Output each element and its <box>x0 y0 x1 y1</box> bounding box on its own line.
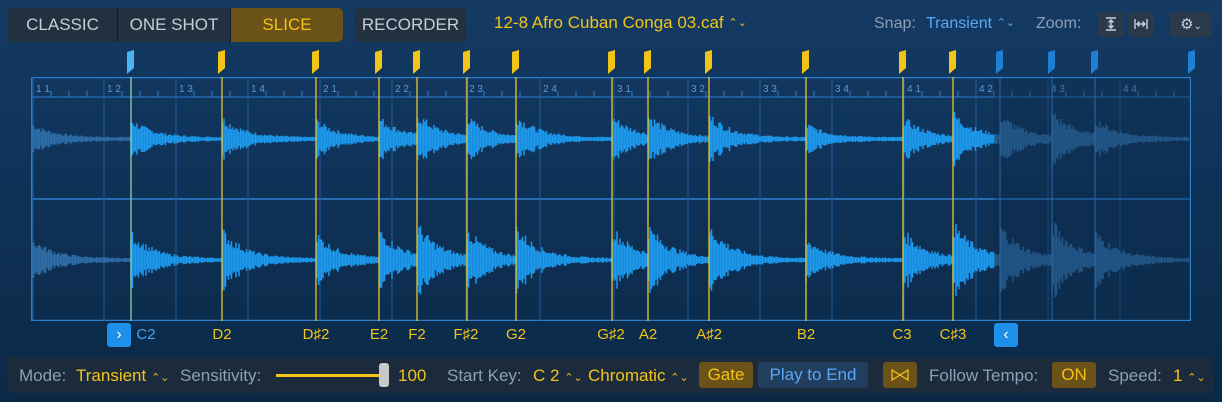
chevron-updown-icon: ⌃⌄ <box>150 372 170 384</box>
reverse-button[interactable] <box>883 362 917 388</box>
bowtie-icon <box>891 368 909 382</box>
slice-note-label: C2 <box>136 326 156 343</box>
sampler-slice-editor: CLASSIC ONE SHOT SLICE RECORDER 12-8 Afr… <box>0 0 1222 402</box>
snap-value: Transient <box>926 15 993 32</box>
sensitivity-value: 100 <box>398 366 427 385</box>
ruler-label: 1 4 <box>251 84 265 95</box>
speed-value: 1 <box>1173 366 1183 385</box>
slice-marker-flag[interactable] <box>512 50 519 74</box>
scale-dropdown[interactable]: Chromatic ⌃⌄ <box>588 366 689 386</box>
follow-tempo-label: Follow Tempo: <box>929 366 1039 385</box>
chevron-updown-icon: ⌃⌄ <box>670 372 689 384</box>
slice-note-label: G♯2 <box>597 326 625 343</box>
inactive-marker-flag[interactable] <box>1091 50 1098 74</box>
mode-slice-button[interactable]: SLICE <box>231 8 343 42</box>
slice-note-label: D2 <box>212 326 232 343</box>
inactive-marker-flag[interactable] <box>996 50 1003 74</box>
zoom-horizontal-button[interactable] <box>1128 12 1154 37</box>
start-key-dropdown[interactable]: C 2 ⌃⌄ <box>533 366 583 386</box>
slice-marker-flag[interactable] <box>218 50 225 74</box>
chevron-updown-icon: ⌃⌄ <box>564 372 583 384</box>
scale-value: Chromatic <box>588 366 666 385</box>
speed-label: Speed: <box>1108 366 1162 385</box>
slice-note-label: A♯2 <box>696 326 722 343</box>
file-name: 12-8 Afro Cuban Conga 03.caf <box>494 13 724 32</box>
ruler-label: 1 3 <box>179 84 193 95</box>
slice-marker-flag[interactable] <box>608 50 615 74</box>
mode-one-shot-button[interactable]: ONE SHOT <box>118 8 231 42</box>
gate-button[interactable]: Gate <box>699 362 753 388</box>
sensitivity-slider-track[interactable] <box>276 374 384 377</box>
ruler-label: 3 1 <box>617 84 631 95</box>
zoom-label: Zoom: <box>1036 15 1082 32</box>
chevron-updown-icon: ⌃⌄ <box>996 17 1015 29</box>
ruler-label: 3 3 <box>763 84 777 95</box>
slice-note-label: F2 <box>408 326 426 343</box>
mode-label: Mode: <box>19 366 67 385</box>
ruler-label: 2 2 <box>395 84 409 95</box>
zoom-vertical-icon <box>1106 17 1116 31</box>
mode-dropdown[interactable]: Transient ⌃⌄ <box>76 366 169 386</box>
slice-note-label: A2 <box>638 326 658 343</box>
mode-value: Transient <box>76 366 147 385</box>
ruler-label: 2 1 <box>323 84 337 95</box>
gear-icon: ⚙ <box>1180 16 1194 33</box>
snap-label: Snap: <box>874 15 916 32</box>
ruler-label: 1 2 <box>107 84 121 95</box>
slice-marker-flag[interactable] <box>463 50 470 74</box>
slice-marker-flag[interactable] <box>802 50 809 74</box>
slice-note-label: C3 <box>892 326 912 343</box>
recorder-button[interactable]: RECORDER <box>355 8 466 42</box>
slice-note-label: C♯3 <box>939 326 967 343</box>
start-key-value: C 2 <box>533 366 560 385</box>
inactive-marker-flag[interactable] <box>1188 50 1195 74</box>
chevron-updown-icon: ⌃⌄ <box>728 17 747 29</box>
slice-note-label: F♯2 <box>453 326 479 343</box>
inactive-region <box>994 78 1190 320</box>
slice-marker-flag[interactable] <box>375 50 382 74</box>
slice-marker-flag[interactable] <box>413 50 420 74</box>
chevron-right-icon[interactable]: › <box>107 323 131 347</box>
chevron-updown-icon: ⌃⌄ <box>1187 372 1206 384</box>
inactive-marker-flag[interactable] <box>1048 50 1055 74</box>
file-selector[interactable]: 12-8 Afro Cuban Conga 03.caf ⌃⌄ <box>494 13 747 33</box>
slice-markers <box>127 50 1195 74</box>
waveform-display[interactable]: 1 1 1 2 1 3 1 4 2 1 2 2 2 3 2 4 3 1 3 2 3 3 3 4 4 1 4… <box>31 77 1191 321</box>
slice-marker-flag[interactable] <box>949 50 956 74</box>
start-key-label: Start Key: <box>447 366 522 385</box>
chevron-left-icon[interactable]: ‹ <box>994 323 1018 347</box>
ruler-label: 3 2 <box>691 84 705 95</box>
slice-marker-flag[interactable] <box>312 50 319 74</box>
mode-selector: CLASSIC ONE SHOT SLICE <box>8 8 343 42</box>
speed-dropdown[interactable]: 1 ⌃⌄ <box>1173 366 1206 386</box>
ruler-label: 4 1 <box>907 84 921 95</box>
follow-tempo-toggle[interactable]: ON <box>1052 362 1096 388</box>
settings-button[interactable]: ⚙⌄ <box>1170 12 1212 37</box>
slice-marker-flag[interactable] <box>705 50 712 74</box>
slice-marker-flag[interactable] <box>899 50 906 74</box>
sensitivity-slider-handle[interactable] <box>379 363 389 387</box>
mode-classic-button[interactable]: CLASSIC <box>8 8 118 42</box>
chevron-down-icon: ⌄ <box>1193 21 1202 32</box>
snap-dropdown[interactable]: Transient ⌃⌄ <box>926 15 1015 33</box>
slice-note-label: G2 <box>505 326 527 343</box>
slice-note-label: D♯2 <box>302 326 330 343</box>
ruler-label: 4 2 <box>979 84 993 95</box>
sensitivity-label: Sensitivity: <box>180 366 262 385</box>
play-to-end-button[interactable]: Play to End <box>758 362 868 388</box>
ruler-label: 1 1 <box>36 84 50 95</box>
slice-marker-flag[interactable] <box>644 50 651 74</box>
zoom-horizontal-icon <box>1134 19 1148 29</box>
ruler-label: 3 4 <box>835 84 849 95</box>
slice-note-label: B2 <box>796 326 816 343</box>
ruler-label: 2 3 <box>469 84 483 95</box>
zoom-vertical-button[interactable] <box>1098 12 1124 37</box>
slice-marker-flag[interactable] <box>127 50 134 74</box>
slice-note-label: E2 <box>369 326 389 343</box>
ruler-label: 2 4 <box>543 84 557 95</box>
